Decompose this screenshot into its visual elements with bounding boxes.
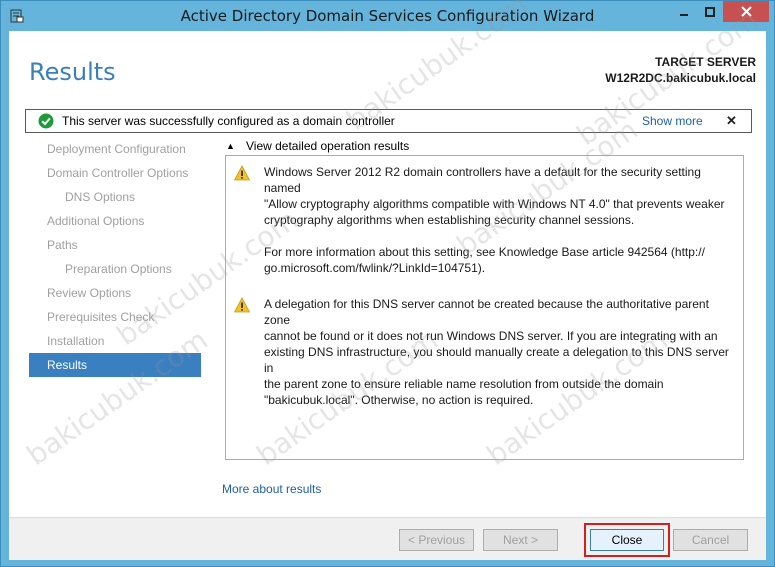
close-button[interactable]: Close xyxy=(590,529,664,551)
warning-text-dns-delegation: A delegation for this DNS server cannot … xyxy=(264,297,729,407)
result-message: Windows Server 2012 R2 domain controller… xyxy=(234,164,734,276)
success-check-icon xyxy=(38,113,54,129)
banner-dismiss-icon[interactable]: ✕ xyxy=(726,113,737,129)
wizard-nav: Deployment Configuration Domain Controll… xyxy=(29,137,201,377)
next-button[interactable]: Next > xyxy=(483,529,558,551)
minimize-button[interactable] xyxy=(671,1,697,22)
result-message-text: Windows Server 2012 R2 domain controller… xyxy=(264,164,734,276)
result-message-text: A delegation for this DNS server cannot … xyxy=(264,296,734,408)
banner-message: This server was successfully configured … xyxy=(62,114,395,128)
nav-item-prerequisites-check[interactable]: Prerequisites Check xyxy=(29,305,201,329)
nav-item-results[interactable]: Results xyxy=(29,353,201,377)
warning-text-crypto: Windows Server 2012 R2 domain controller… xyxy=(264,165,725,227)
title-bar[interactable]: Active Directory Domain Services Configu… xyxy=(1,1,774,31)
view-details-toggle[interactable]: ▲ View detailed operation results xyxy=(226,139,409,153)
warning-text-kb-article: For more information about this setting,… xyxy=(264,245,705,275)
wizard-header: Results TARGET SERVER W12R2DC.bakicubuk.… xyxy=(9,31,766,111)
wizard-client-area: Results TARGET SERVER W12R2DC.bakicubuk.… xyxy=(9,31,766,560)
page-title: Results xyxy=(29,58,116,86)
maximize-button[interactable] xyxy=(697,1,723,22)
nav-item-paths[interactable]: Paths xyxy=(29,233,201,257)
close-icon xyxy=(740,6,752,17)
window-title: Active Directory Domain Services Configu… xyxy=(180,7,595,25)
window-close-button[interactable] xyxy=(723,1,769,22)
view-details-label: View detailed operation results xyxy=(246,139,410,153)
previous-button[interactable]: < Previous xyxy=(399,529,474,551)
target-server-label: TARGET SERVER xyxy=(655,55,756,69)
wizard-footer: < Previous Next > Close Cancel xyxy=(9,517,766,560)
nav-item-domain-controller-options[interactable]: Domain Controller Options xyxy=(29,161,201,185)
nav-item-additional-options[interactable]: Additional Options xyxy=(29,209,201,233)
result-message: A delegation for this DNS server cannot … xyxy=(234,296,734,408)
operation-results-box[interactable]: Windows Server 2012 R2 domain controller… xyxy=(225,155,744,460)
cancel-button[interactable]: Cancel xyxy=(673,529,748,551)
nav-item-preparation-options[interactable]: Preparation Options xyxy=(29,257,201,281)
warning-icon xyxy=(234,297,250,313)
nav-item-review-options[interactable]: Review Options xyxy=(29,281,201,305)
nav-item-dns-options[interactable]: DNS Options xyxy=(29,185,201,209)
target-server-name: W12R2DC.bakicubuk.local xyxy=(605,71,756,85)
more-about-results-link[interactable]: More about results xyxy=(222,482,321,496)
wizard-window: Active Directory Domain Services Configu… xyxy=(0,0,775,567)
maximize-icon xyxy=(705,6,715,17)
show-more-link[interactable]: Show more xyxy=(642,114,703,128)
warning-icon xyxy=(234,165,250,181)
success-banner: This server was successfully configured … xyxy=(25,109,752,133)
chevron-up-icon: ▲ xyxy=(226,141,235,151)
nav-item-installation[interactable]: Installation xyxy=(29,329,201,353)
minimize-icon xyxy=(680,13,688,16)
nav-item-deployment-configuration[interactable]: Deployment Configuration xyxy=(29,137,201,161)
